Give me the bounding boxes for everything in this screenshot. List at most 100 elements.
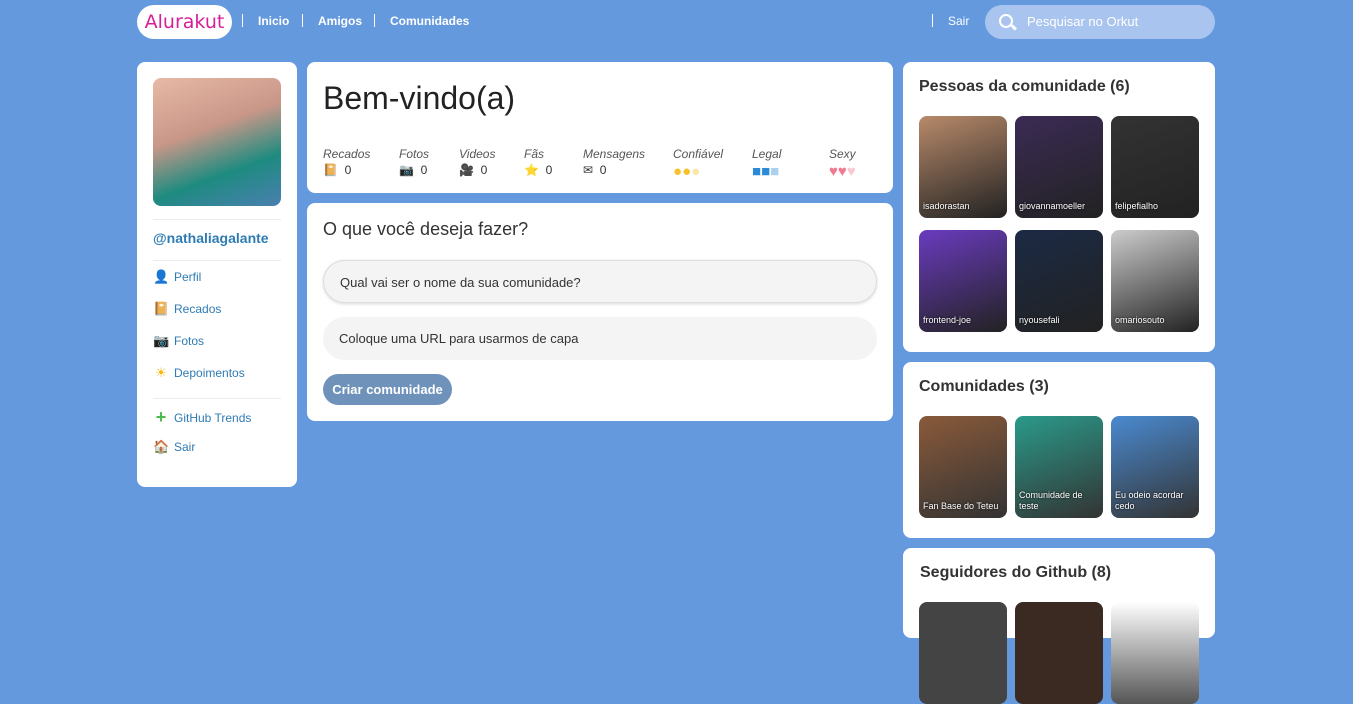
sun-icon: ☀ — [155, 365, 167, 380]
stat-value: 0 — [344, 163, 352, 177]
stat-0: Recados 📔 0 — [323, 147, 370, 177]
person-tile[interactable]: omariosouto — [1111, 230, 1199, 332]
followers-title: Seguidores do Github (8) — [920, 564, 1112, 581]
rating-0: Confiável ●●● — [673, 147, 723, 180]
cover-url-input[interactable]: Coloque uma URL para usarmos de capa — [323, 317, 877, 360]
profile-sidebar: @nathaliagalante 👤 Perfil 📔 Recados 📷 Fotos… — [137, 62, 297, 487]
follower-tile[interactable] — [1015, 602, 1103, 704]
house-icon: 🏠 — [153, 439, 170, 454]
person-name: omariosouto — [1115, 315, 1165, 325]
book-icon: 📔 — [323, 163, 338, 177]
community-tile[interactable]: Eu odeio acordar cedo — [1111, 416, 1199, 518]
cube-icon: ■ — [770, 163, 780, 180]
user-icon: 👤 — [153, 269, 170, 284]
sidebar-item-recados[interactable]: 📔 Recados — [153, 301, 221, 317]
sidebar-item-sair[interactable]: 🏠 Sair — [153, 439, 195, 455]
community-name: Eu odeio acordar cedo — [1115, 490, 1184, 511]
heart-icon: ♥ — [837, 163, 847, 180]
follower-tile[interactable] — [919, 602, 1007, 704]
cube-icon: ■ — [752, 163, 762, 180]
sidebar-item-depoimentos[interactable]: ☀ Depoimentos — [153, 365, 245, 381]
person-name: felipefialho — [1115, 201, 1159, 211]
followers-card: Seguidores do Github (8) — [903, 548, 1215, 704]
person-tile[interactable]: frontend-joe — [919, 230, 1007, 332]
search-input[interactable]: Pesquisar no Orkut — [985, 5, 1215, 39]
divider — [242, 14, 243, 27]
section-title: O que você deseja fazer? — [323, 219, 529, 239]
plus-icon: + — [155, 407, 167, 427]
stat-value: 0 — [480, 163, 488, 177]
communities-card: Comunidades (3) Fan Base do Teteu Comunid… — [903, 362, 1215, 538]
heart-icon: ♥ — [829, 163, 838, 180]
stat-4: Mensagens ✉ 0 — [583, 147, 645, 177]
person-name: frontend-joe — [923, 315, 972, 325]
divider — [153, 219, 281, 220]
stat-1: Fotos 📷 0 — [399, 147, 429, 177]
welcome-card: Bem-vindo(a) Recados 📔 0 Fotos 📷 0 Videos 🎥 0… — [307, 62, 893, 193]
sidebar-item-label: GitHub Trends — [174, 410, 252, 425]
community-tile[interactable]: Comunidade de teste — [1015, 416, 1103, 518]
community-name: Comunidade de teste — [1019, 490, 1083, 511]
stat-label: Fãs — [524, 147, 545, 161]
sidebar-item-label: Depoimentos — [174, 366, 245, 380]
rating-label: Legal — [752, 147, 782, 161]
camera-icon: 📷 — [153, 333, 170, 348]
username-link[interactable]: @nathaliagalante — [153, 230, 269, 246]
rating-1: Legal ■■■ — [752, 147, 781, 180]
person-tile[interactable]: felipefialho — [1111, 116, 1199, 218]
stat-label: Recados — [323, 147, 371, 161]
logout-link[interactable]: Sair — [948, 14, 969, 28]
communities-title: Comunidades (3) — [919, 378, 1049, 395]
person-tile[interactable]: giovannamoeller — [1015, 116, 1103, 218]
person-tile[interactable]: isadorastan — [919, 116, 1007, 218]
sidebar-item-label: Fotos — [174, 334, 205, 348]
heart-icon: ♥ — [846, 163, 856, 180]
create-community-button[interactable]: Criar comunidade — [323, 374, 452, 405]
stat-2: Videos 🎥 0 — [459, 147, 495, 177]
person-name: nyousefali — [1019, 315, 1060, 325]
stat-label: Videos — [459, 147, 496, 161]
sidebar-item-label: Sair — [174, 440, 196, 454]
search-icon — [999, 14, 1013, 28]
top-bar: Alurakut Inicio Amigos Comunidades Sair … — [0, 0, 1353, 42]
divider — [302, 14, 303, 27]
sidebar-item-perfil[interactable]: 👤 Perfil — [153, 269, 201, 285]
divider — [932, 14, 933, 27]
stat-value: 0 — [420, 163, 428, 177]
community-name-input[interactable]: Qual vai ser o nome da sua comunidade? — [323, 260, 877, 303]
stat-label: Mensagens — [583, 147, 646, 161]
smiley-icon: ● — [673, 163, 683, 180]
nav-inicio[interactable]: Inicio — [258, 14, 289, 28]
nav-comunidades[interactable]: Comunidades — [390, 14, 469, 28]
create-community-card: O que você deseja fazer? Qual vai ser o … — [307, 203, 893, 421]
envelope-icon: ✉ — [583, 163, 594, 177]
cube-icon: ■ — [761, 163, 771, 180]
person-tile[interactable]: nyousefali — [1015, 230, 1103, 332]
video-camera-icon: 🎥 — [459, 163, 474, 177]
divider — [153, 260, 281, 261]
divider — [153, 398, 281, 399]
sidebar-item-label: Recados — [174, 302, 222, 316]
star-icon: ⭐ — [524, 163, 539, 177]
stat-label: Fotos — [399, 147, 430, 161]
people-title: Pessoas da comunidade (6) — [919, 78, 1130, 95]
avatar[interactable] — [153, 78, 281, 206]
sidebar-item-github-trends[interactable]: + GitHub Trends — [153, 407, 252, 428]
stat-value: 0 — [599, 163, 607, 177]
sidebar-item-fotos[interactable]: 📷 Fotos — [153, 333, 204, 349]
nav-amigos[interactable]: Amigos — [318, 14, 362, 28]
people-card: Pessoas da comunidade (6) isadorastan gio… — [903, 62, 1215, 352]
camera-icon: 📷 — [399, 163, 414, 177]
divider — [374, 14, 375, 27]
book-icon: 📔 — [153, 301, 170, 316]
follower-tile[interactable] — [1111, 602, 1199, 704]
stat-3: Fãs ⭐ 0 — [524, 147, 552, 177]
sidebar-item-label: Perfil — [174, 270, 202, 284]
person-name: giovannamoeller — [1019, 201, 1086, 211]
logo[interactable]: Alurakut — [137, 5, 232, 39]
community-name: Fan Base do Teteu — [923, 501, 999, 511]
rating-label: Sexy — [829, 147, 856, 161]
page-title: Bem-vindo(a) — [323, 80, 516, 116]
rating-label: Confiável — [673, 147, 724, 161]
community-tile[interactable]: Fan Base do Teteu — [919, 416, 1007, 518]
